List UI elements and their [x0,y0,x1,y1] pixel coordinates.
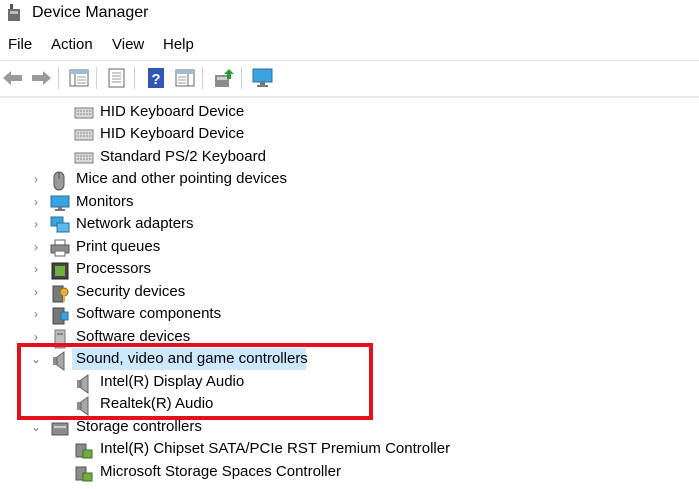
chevron-right-icon[interactable]: › [30,195,42,209]
toolbar-separator [202,67,203,89]
tree-item-label: Security devices [76,283,186,300]
tree-item-software-components[interactable]: › Software components [0,303,699,325]
tree-item-label: Mice and other pointing devices [76,170,287,187]
monitor-scan-icon[interactable] [250,65,276,91]
menu-action[interactable]: Action [51,36,93,53]
tree-item-label: HID Keyboard Device [100,103,245,120]
properties-pane-icon[interactable] [66,65,92,91]
tree-item-hid-keyboard-1[interactable]: HID Keyboard Device [0,101,699,123]
chevron-right-icon[interactable]: › [30,172,42,186]
toolbar-separator [96,67,97,89]
tree-item-ms-storage-spaces[interactable]: Microsoft Storage Spaces Controller [0,461,699,483]
window-title: Device Manager [32,4,149,21]
chevron-right-icon[interactable]: › [30,307,42,321]
menu-view[interactable]: View [112,36,144,53]
storage-controller-icon [74,464,93,482]
security-icon [50,284,69,303]
svg-text:?: ? [151,71,160,88]
device-tree: HID Keyboard Device HID Keyboard Device … [0,98,699,485]
toolbar-separator [134,67,135,89]
view-icon[interactable] [172,65,198,91]
tree-item-label: Storage controllers [76,418,202,435]
processor-icon [50,261,69,280]
tree-item-hid-keyboard-2[interactable]: HID Keyboard Device [0,123,699,145]
tree-item-label: HID Keyboard Device [100,125,245,142]
storage-controller-icon [74,441,93,459]
details-icon[interactable] [104,65,130,91]
chevron-down-icon[interactable]: ⌄ [30,420,42,434]
chevron-right-icon[interactable]: › [30,330,42,344]
storage-icon [50,419,69,437]
tree-item-mice[interactable]: › Mice and other pointing devices [0,168,699,191]
component-icon [50,306,69,325]
tree-item-security-devices[interactable]: › Security devices [0,281,699,303]
printer-icon [50,239,70,257]
update-driver-icon[interactable] [211,65,237,91]
tree-item-ps2-keyboard[interactable]: Standard PS/2 Keyboard [0,146,699,168]
tree-item-processors[interactable]: › Processors [0,258,699,280]
forward-icon[interactable] [28,65,54,91]
chevron-right-icon[interactable]: › [30,240,42,254]
network-icon [50,216,70,234]
back-icon[interactable] [0,65,26,91]
chevron-right-icon[interactable]: › [30,285,42,299]
menu-help[interactable]: Help [163,36,194,53]
tree-item-label: Processors [76,260,152,277]
menu-bar: File Action View Help [0,36,699,58]
toolbar-separator [241,67,242,89]
tree-item-intel-chipset-sata[interactable]: Intel(R) Chipset SATA/PCIe RST Premium C… [0,438,699,460]
chevron-right-icon[interactable]: › [30,262,42,276]
tree-item-network-adapters[interactable]: › Network adapters [0,213,699,235]
monitor-icon [50,194,70,212]
tree-item-label: Microsoft Storage Spaces Controller [100,463,341,480]
chevron-right-icon[interactable]: › [30,217,42,231]
tree-item-label: Network adapters [76,215,194,232]
tree-item-label: Intel(R) Chipset SATA/PCIe RST Premium C… [100,440,451,457]
highlight-box [17,343,373,420]
keyboard-icon [74,149,94,167]
tree-item-monitors[interactable]: › Monitors [0,191,699,213]
keyboard-icon [74,126,94,144]
device-manager-icon [6,4,22,22]
tree-item-label: Monitors [76,193,134,210]
help-icon[interactable]: ? [143,65,169,91]
tree-item-label: Print queues [76,238,161,255]
toolbar: ? [0,60,699,95]
keyboard-icon [74,104,94,122]
menu-file[interactable]: File [8,36,32,53]
toolbar-separator [58,67,59,89]
title-bar: Device Manager [0,0,699,30]
tree-item-print-queues[interactable]: › Print queues [0,236,699,258]
tree-item-label: Standard PS/2 Keyboard [100,148,266,165]
mouse-icon [50,171,68,191]
tree-item-label: Software components [76,305,222,322]
